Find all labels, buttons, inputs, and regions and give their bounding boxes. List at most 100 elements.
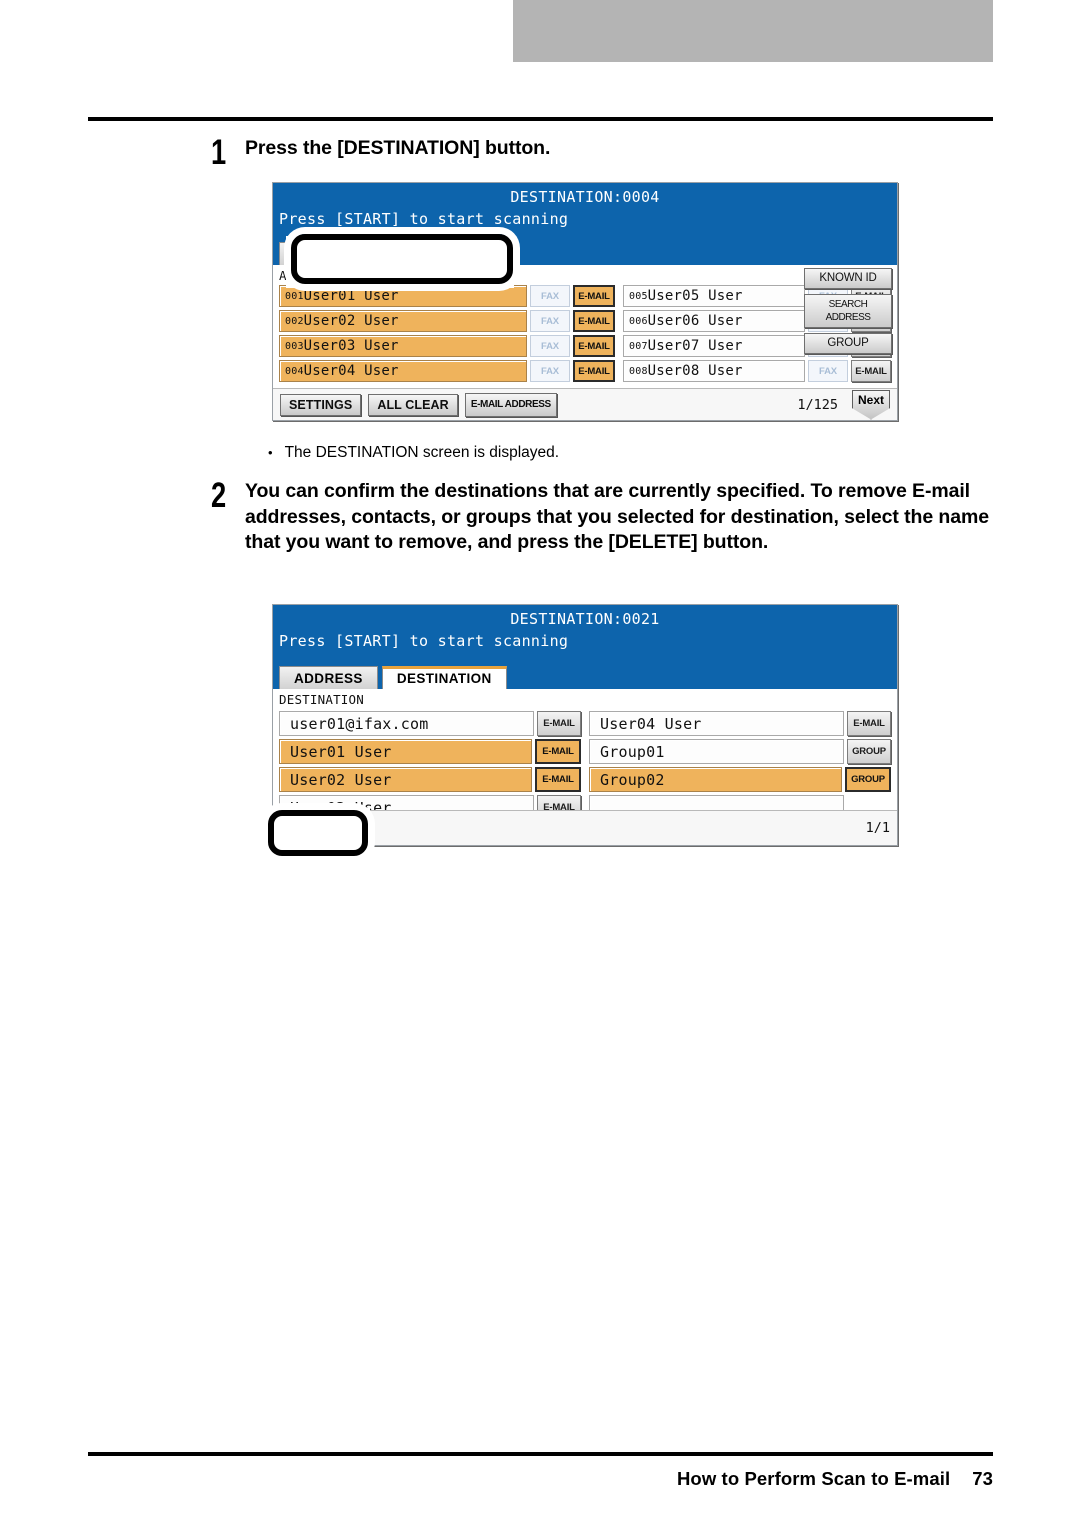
email-badge[interactable]: E-MAIL <box>573 285 615 307</box>
footer-chapter-title: How to Perform Scan to E-mail <box>676 1468 951 1489</box>
address-row-name[interactable]: 004 User04 User <box>279 360 527 382</box>
email-badge[interactable]: E-MAIL <box>535 739 581 764</box>
lcd-header-2: DESTINATION:0021 Press [START] to start … <box>273 605 897 689</box>
address-row-index: 004 <box>285 365 304 377</box>
destination-screen-panel-1: DESTINATION:0004 Press [START] to start … <box>272 182 898 421</box>
page-header-band <box>513 0 993 62</box>
address-row-name[interactable]: 002 User02 User <box>279 310 527 332</box>
footer-page-number: 73 <box>972 1468 993 1489</box>
address-row-index: 003 <box>285 340 304 352</box>
address-row-name[interactable]: 007 User07 User <box>623 335 805 357</box>
note-text: The DESTINATION screen is displayed. <box>284 444 560 461</box>
destination-row[interactable]: User01 User E-MAIL <box>279 739 581 764</box>
page-footer: How to Perform Scan to E-mail 73 <box>88 1468 993 1490</box>
lcd-footer-1: SETTINGS ALL CLEAR E-MAIL ADDRESS 1/125 … <box>273 388 897 420</box>
address-row-name[interactable]: 008 User08 User <box>623 360 805 382</box>
destination-label: DESTINATION <box>279 692 364 707</box>
page-indicator-1: 1/125 <box>797 396 838 413</box>
destination-column-left: user01@ifax.com E-MAIL User01 User E-MAI… <box>279 711 581 820</box>
side-button-group: KNOWN ID SEARCH ADDRESS GROUP <box>804 268 892 354</box>
email-badge[interactable]: E-MAIL <box>573 335 615 357</box>
email-badge[interactable]: E-MAIL <box>573 360 615 382</box>
address-row-label: User03 User <box>303 338 399 354</box>
address-row-label: User08 User <box>647 363 743 379</box>
tab-strip-2: ADDRESS DESTINATION <box>279 666 507 689</box>
fax-badge[interactable]: FAX <box>530 310 570 332</box>
callout-backdrop-delete <box>265 808 370 852</box>
destination-row-name[interactable]: User01 User <box>279 739 532 764</box>
address-row-label: User07 User <box>647 338 743 354</box>
step-1-number: 1 <box>211 133 227 172</box>
group-badge[interactable]: GROUP <box>847 739 891 764</box>
tab-destination-2[interactable]: DESTINATION <box>381 666 507 689</box>
lcd-title-2: DESTINATION:0021 <box>510 610 660 628</box>
email-address-button[interactable]: E-MAIL ADDRESS <box>464 392 557 417</box>
address-row[interactable]: 004 User04 User FAX E-MAIL <box>279 360 615 382</box>
destination-row-name[interactable]: Group02 <box>589 767 842 792</box>
lcd-subtitle-1: Press [START] to start scanning <box>279 210 569 228</box>
address-row-name[interactable]: 006 User06 User <box>623 310 805 332</box>
fax-badge[interactable]: FAX <box>530 360 570 382</box>
address-row[interactable]: 001 User01 User FAX E-MAIL <box>279 285 615 307</box>
email-badge[interactable]: E-MAIL <box>535 767 581 792</box>
address-row-label: User01 User <box>303 288 399 304</box>
fax-badge[interactable]: FAX <box>530 335 570 357</box>
footer-divider-rule <box>88 1452 993 1456</box>
settings-button[interactable]: SETTINGS <box>280 393 362 416</box>
step-1: 1 Press the [DESTINATION] button. <box>211 133 1001 172</box>
address-row-index: 007 <box>629 340 648 352</box>
address-row-index: 002 <box>285 315 304 327</box>
note-bullet: • <box>268 445 273 460</box>
destination-row[interactable]: user01@ifax.com E-MAIL <box>279 711 581 736</box>
destination-row-name[interactable]: user01@ifax.com <box>279 711 534 736</box>
destination-row[interactable]: Group01 GROUP <box>589 739 891 764</box>
address-row-label: User02 User <box>303 313 399 329</box>
known-id-button[interactable]: KNOWN ID <box>804 268 892 289</box>
destination-row-name[interactable]: User04 User <box>589 711 844 736</box>
search-address-button[interactable]: SEARCH ADDRESS <box>804 294 892 328</box>
tab-address-2[interactable]: ADDRESS <box>279 666 378 689</box>
address-column-left: 001 User01 User FAX E-MAIL 002 User02 User… <box>279 285 615 382</box>
destination-row[interactable]: Group02 GROUP <box>589 767 891 792</box>
email-badge[interactable]: E-MAIL <box>851 360 891 382</box>
fax-badge[interactable]: FAX <box>530 285 570 307</box>
address-row[interactable]: 002 User02 User FAX E-MAIL <box>279 310 615 332</box>
lcd-title-1: DESTINATION:0004 <box>510 188 660 206</box>
group-badge[interactable]: GROUP <box>845 767 891 792</box>
page-indicator-2: 1/1 <box>865 820 890 836</box>
all-clear-button[interactable]: ALL CLEAR <box>368 393 458 416</box>
step-2-number: 2 <box>211 476 227 515</box>
fax-badge[interactable]: FAX <box>808 360 848 382</box>
address-row-name[interactable]: 003 User03 User <box>279 335 527 357</box>
destination-row-name[interactable]: Group01 <box>589 739 844 764</box>
lcd-body-1: ADDRESS BOOK 001User01 User FAX E-MAIL 0… <box>273 265 897 420</box>
address-row[interactable]: 003 User03 User FAX E-MAIL <box>279 335 615 357</box>
group-button[interactable]: GROUP <box>804 333 892 354</box>
step-1-text: Press the [DESTINATION] button. <box>245 137 551 159</box>
header-divider-rule <box>88 117 993 121</box>
next-page-button[interactable]: Next <box>852 389 890 420</box>
callout-backdrop-destination <box>286 236 514 288</box>
destination-row-name[interactable]: User02 User <box>279 767 532 792</box>
lcd-subtitle-2: Press [START] to start scanning <box>279 632 569 650</box>
step-2-text: You can confirm the destinations that ar… <box>245 480 989 553</box>
destination-row[interactable]: User04 User E-MAIL <box>589 711 891 736</box>
address-row-index: 001 <box>285 290 304 302</box>
note-destination-displayed: • The DESTINATION screen is displayed. <box>268 444 559 462</box>
email-badge[interactable]: E-MAIL <box>537 711 581 736</box>
address-row-index: 006 <box>629 315 648 327</box>
address-row-label: User06 User <box>647 313 743 329</box>
address-row-index: 005 <box>629 290 648 302</box>
address-row-name[interactable]: 005 User05 User <box>623 285 805 307</box>
address-row-label: User04 User <box>303 363 399 379</box>
address-row-label: User05 User <box>647 288 743 304</box>
email-badge[interactable]: E-MAIL <box>847 711 891 736</box>
destination-column-right: User04 User E-MAIL Group01 GROUP Group02… <box>589 711 891 820</box>
destination-row[interactable]: User02 User E-MAIL <box>279 767 581 792</box>
address-row[interactable]: 008 User08 User FAX E-MAIL <box>623 360 891 382</box>
address-row-name[interactable]: 001 User01 User <box>279 285 527 307</box>
destination-entry-columns: user01@ifax.com E-MAIL User01 User E-MAI… <box>273 709 897 820</box>
address-row-index: 008 <box>629 365 648 377</box>
email-badge[interactable]: E-MAIL <box>573 310 615 332</box>
step-2: 2 You can confirm the destinations that … <box>211 476 1011 556</box>
